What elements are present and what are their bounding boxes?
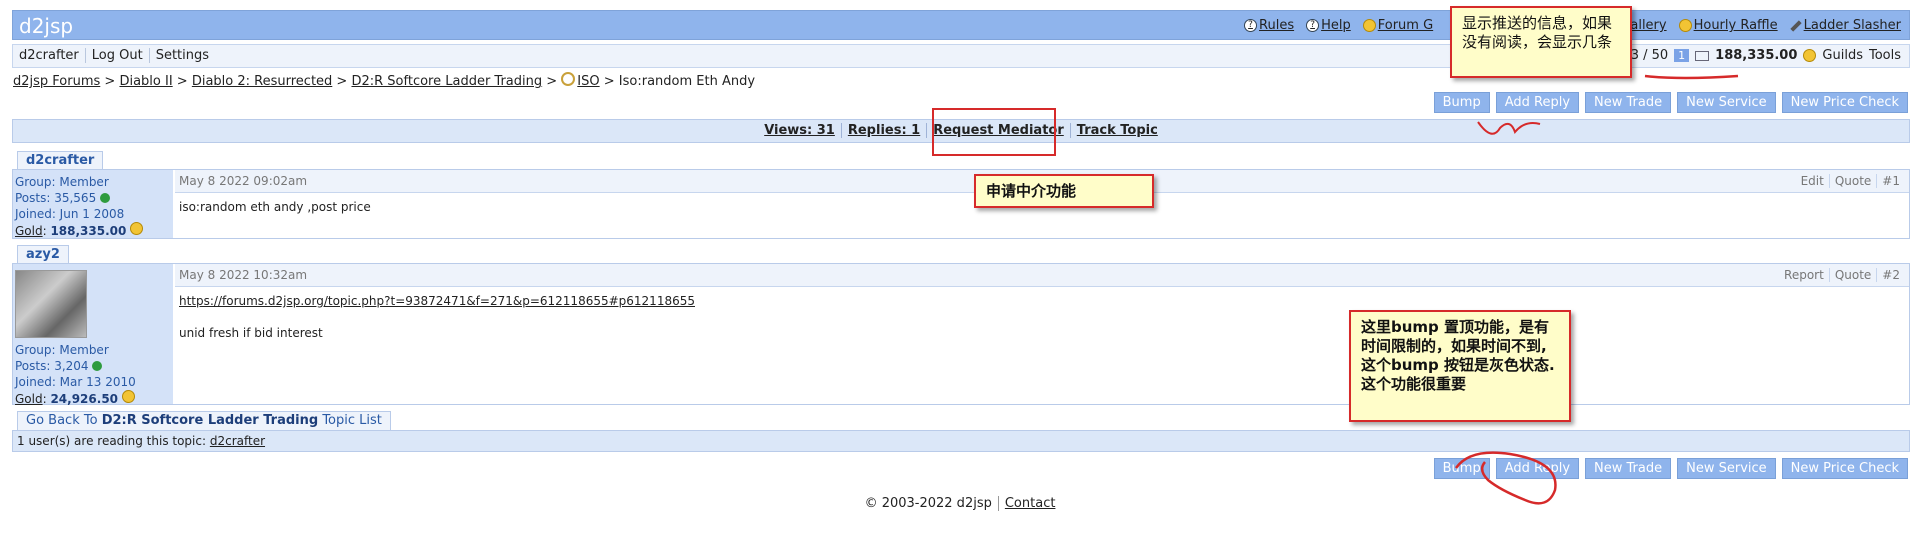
circle-scribble (1454, 451, 1557, 505)
annotation-scribbles (1454, 74, 1739, 505)
squiggle-scribble (1477, 121, 1541, 135)
underline-scribble (1644, 74, 1739, 80)
